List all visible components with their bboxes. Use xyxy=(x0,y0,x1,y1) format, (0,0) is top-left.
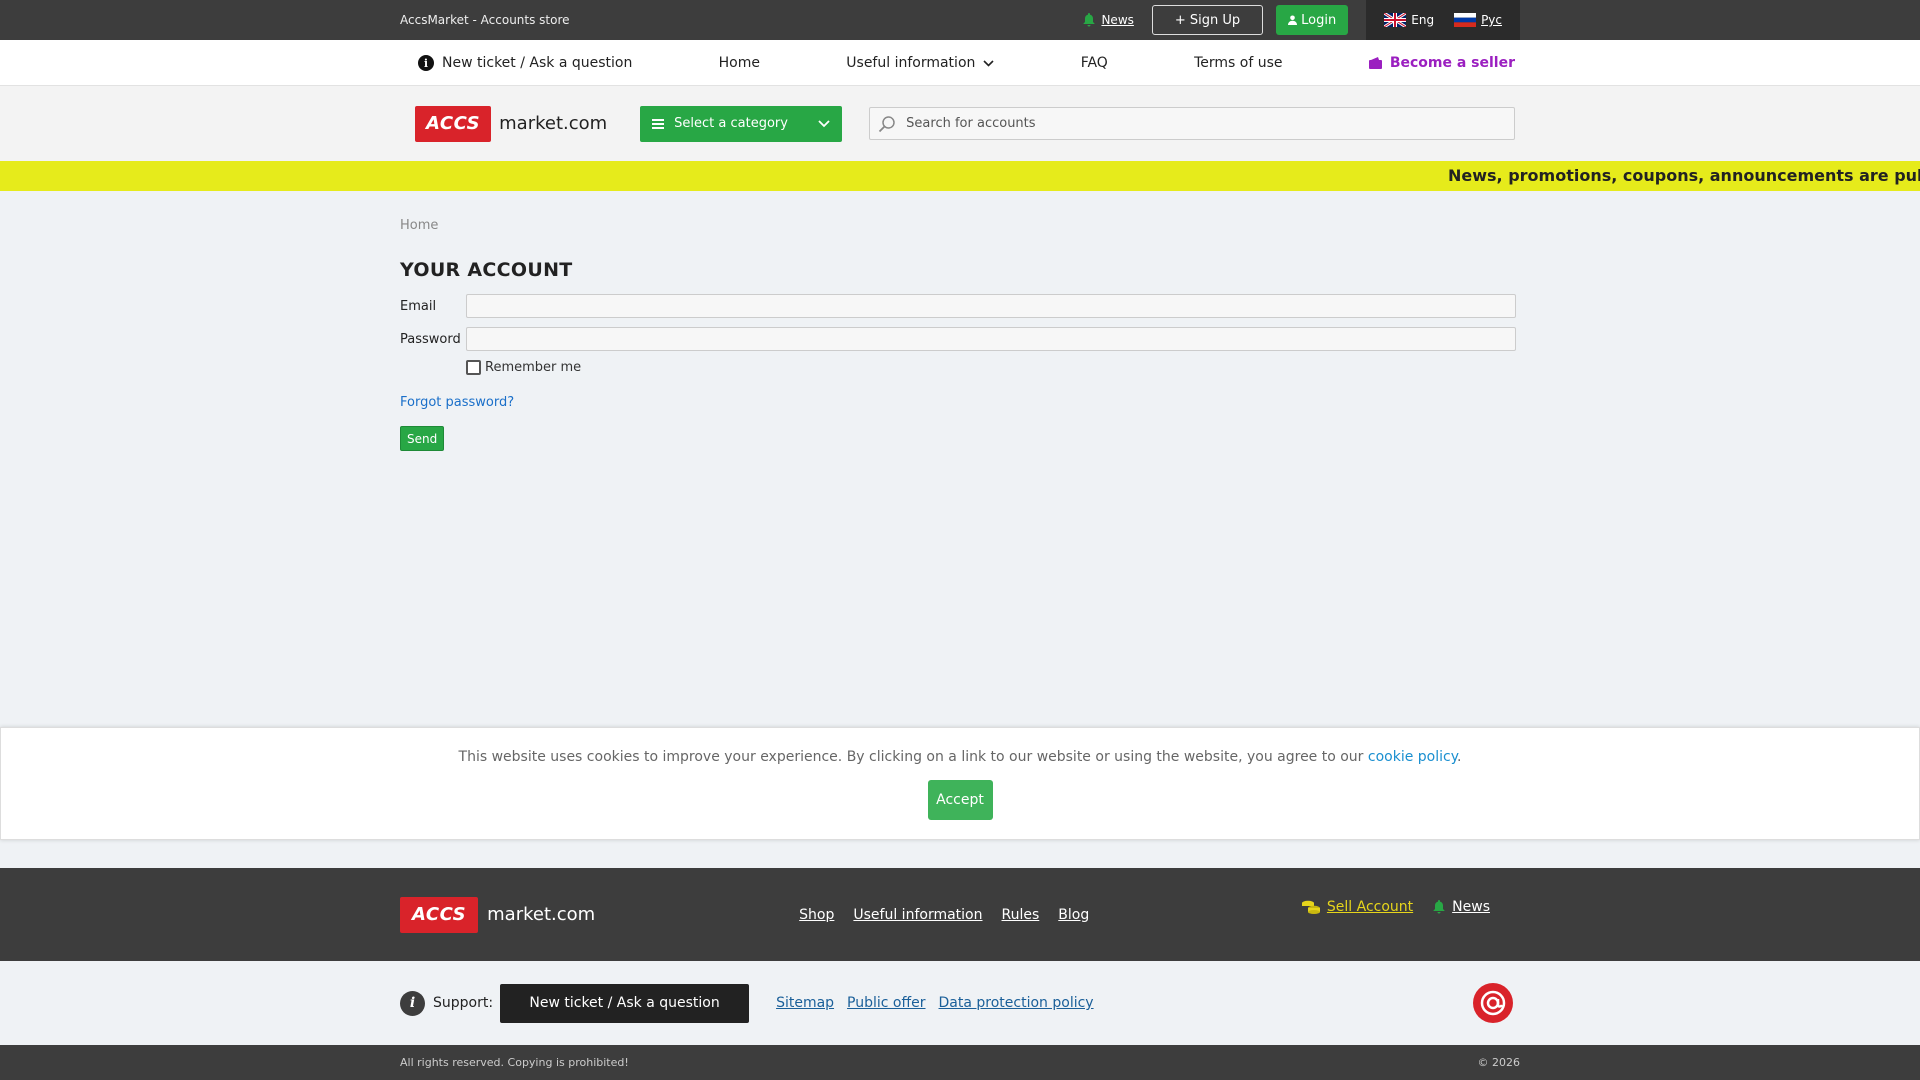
news-link[interactable]: News xyxy=(1083,13,1134,27)
search-box xyxy=(869,107,1516,140)
login-form: Email Password Remember me Forgot passwo… xyxy=(400,294,1520,451)
footer-support: i Support: New ticket / Ask a question S… xyxy=(0,961,1920,1045)
user-icon xyxy=(1288,15,1298,25)
email-label: Email xyxy=(400,298,437,314)
nav-useful-information[interactable]: Useful information xyxy=(846,55,994,71)
email-field[interactable] xyxy=(466,294,1516,318)
footer-news-link[interactable]: News xyxy=(1433,899,1490,915)
main-content: Home YOUR ACCOUNT Email Password Remembe… xyxy=(0,191,1920,451)
login-label: Login xyxy=(1301,12,1337,28)
search-icon xyxy=(879,115,895,132)
logo-badge: ACCS xyxy=(415,105,492,142)
ticker-text: News, promotions, coupons, announcements… xyxy=(1448,166,1920,185)
language-ru[interactable]: Рус xyxy=(1454,13,1502,27)
category-select-button[interactable]: Select a category xyxy=(640,105,843,142)
page-title: YOUR ACCOUNT xyxy=(400,259,573,281)
footer-logo-text: market.com xyxy=(487,904,596,925)
site-name: AccsMarket - Accounts store xyxy=(400,13,570,27)
coins-icon xyxy=(1301,900,1320,914)
cookie-text: This website uses cookies to improve you… xyxy=(458,749,1364,765)
footer-link-public-offer[interactable]: Public offer xyxy=(847,995,925,1011)
footer-link-shop[interactable]: Shop xyxy=(799,907,834,923)
cookie-policy-link[interactable]: cookie policy xyxy=(1368,749,1457,765)
bell-icon xyxy=(1433,899,1445,913)
nav-home[interactable]: Home xyxy=(719,55,760,71)
language-eng-label: Eng xyxy=(1411,13,1435,27)
nav-faq[interactable]: FAQ xyxy=(1081,55,1108,71)
footer-news-label: News xyxy=(1452,898,1490,915)
chevron-down-icon xyxy=(983,59,994,67)
breadcrumb-home[interactable]: Home xyxy=(400,218,438,233)
remember-label: Remember me xyxy=(485,360,582,375)
wallet-icon xyxy=(1368,57,1382,69)
sell-account-link[interactable]: Sell Account xyxy=(1301,898,1414,915)
footer-link-blog[interactable]: Blog xyxy=(1058,907,1089,923)
footer-bottom: All rights reserved. Copying is prohibit… xyxy=(0,1045,1920,1080)
footer-logo[interactable]: ACCS market.com xyxy=(400,896,596,933)
nav-seller-label: Become a seller xyxy=(1389,55,1515,71)
footer-link-sitemap[interactable]: Sitemap xyxy=(776,995,834,1011)
at-sign-icon xyxy=(1480,990,1506,1016)
main-nav: i New ticket / Ask a question Home Usefu… xyxy=(0,40,1920,86)
language-ru-label: Рус xyxy=(1481,13,1502,27)
remember-me[interactable]: Remember me xyxy=(466,360,1520,375)
copyright-text: © 2026 xyxy=(1477,1056,1521,1069)
footer-link-useful-information[interactable]: Useful information xyxy=(853,907,982,923)
bell-icon xyxy=(1083,13,1095,27)
cookie-message: This website uses cookies to improve you… xyxy=(1,749,1919,765)
footer-new-ticket-button[interactable]: New ticket / Ask a question xyxy=(500,983,750,1023)
cookie-period: . xyxy=(1457,749,1462,765)
footer-legal-links: Sitemap Public offer Data protection pol… xyxy=(776,995,1094,1011)
nav-new-ticket-label: New ticket / Ask a question xyxy=(442,55,633,71)
forgot-password-link[interactable]: Forgot password? xyxy=(400,395,1520,410)
nav-terms[interactable]: Terms of use xyxy=(1194,55,1282,71)
menu-icon xyxy=(652,118,665,129)
cookie-banner: This website uses cookies to improve you… xyxy=(0,727,1920,840)
news-label: News xyxy=(1101,13,1134,27)
nav-new-ticket[interactable]: i New ticket / Ask a question xyxy=(418,55,632,71)
info-icon: i xyxy=(400,990,425,1016)
footer-links: Shop Useful information Rules Blog xyxy=(799,907,1089,923)
category-label: Select a category xyxy=(674,116,788,131)
announcement-ticker: News, promotions, coupons, announcements… xyxy=(0,161,1920,191)
sell-account-label: Sell Account xyxy=(1326,898,1414,915)
password-label: Password xyxy=(400,331,461,347)
top-bar: AccsMarket - Accounts store News + Sign … xyxy=(0,0,1920,40)
search-input[interactable] xyxy=(906,116,1487,131)
rights-text: All rights reserved. Copying is prohibit… xyxy=(400,1056,629,1069)
support-label: Support: xyxy=(433,995,494,1011)
language-switcher: Eng Рус xyxy=(1366,0,1520,40)
site-header: ACCS market.com Select a category xyxy=(0,86,1920,161)
nav-become-seller[interactable]: Become a seller xyxy=(1368,55,1515,71)
password-field[interactable] xyxy=(466,327,1516,351)
footer-link-data-protection[interactable]: Data protection policy xyxy=(939,995,1094,1011)
send-button[interactable]: Send xyxy=(400,426,445,451)
language-eng[interactable]: Eng xyxy=(1384,13,1434,27)
site-logo[interactable]: ACCS market.com xyxy=(415,105,608,142)
signup-button[interactable]: + Sign Up xyxy=(1151,5,1264,35)
uk-flag-icon xyxy=(1384,13,1407,27)
email-at-icon[interactable] xyxy=(1473,983,1513,1023)
login-button[interactable]: Login xyxy=(1276,5,1349,35)
logo-text: market.com xyxy=(499,113,608,134)
footer-link-rules[interactable]: Rules xyxy=(1002,907,1040,923)
chevron-down-icon xyxy=(818,119,830,127)
remember-checkbox[interactable] xyxy=(466,360,481,375)
accept-cookies-button[interactable]: Accept xyxy=(927,780,993,820)
info-icon: i xyxy=(418,55,434,71)
nav-useful-label: Useful information xyxy=(846,55,976,71)
ru-flag-icon xyxy=(1454,13,1477,27)
footer-main: ACCS market.com Shop Useful information … xyxy=(0,868,1920,961)
footer-logo-badge: ACCS xyxy=(400,896,479,933)
